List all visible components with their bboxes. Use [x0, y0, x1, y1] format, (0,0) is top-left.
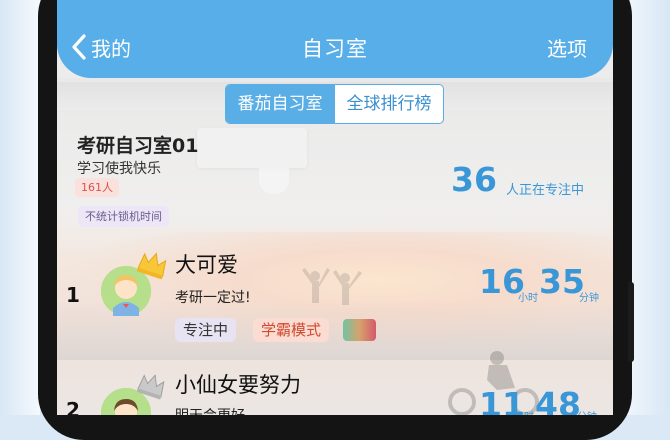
page-title: 自习室 — [302, 37, 368, 61]
options-button[interactable]: 选项 — [547, 33, 587, 62]
focusing-label: 人正在专注中 — [506, 183, 585, 198]
member-count-badge: 161人 — [75, 178, 119, 197]
background-lamp — [259, 168, 289, 194]
tab-study-room[interactable]: 番茄自习室 — [226, 85, 334, 123]
background-left — [0, 0, 40, 415]
room-name: 考研自习室01 — [77, 135, 199, 157]
phone-side-button — [628, 282, 634, 362]
background-cyclist-silhouette — [448, 351, 539, 415]
tab-switcher: 番茄自习室 全球排行榜 — [225, 84, 444, 124]
lock-note-badge: 不统计锁机时间 — [78, 206, 169, 227]
app-screen: 我的 自习室 选项 番茄自习室 全球排行榜 考研自习室01 学习使我快乐 161… — [57, 0, 613, 415]
nav-bar: 我的 自习室 选项 — [57, 0, 613, 78]
background-ac-unit — [197, 128, 307, 168]
tab-global-ranking[interactable]: 全球排行榜 — [334, 85, 443, 123]
room-slogan: 学习使我快乐 — [77, 161, 161, 177]
focusing-count: 36 — [451, 160, 497, 199]
